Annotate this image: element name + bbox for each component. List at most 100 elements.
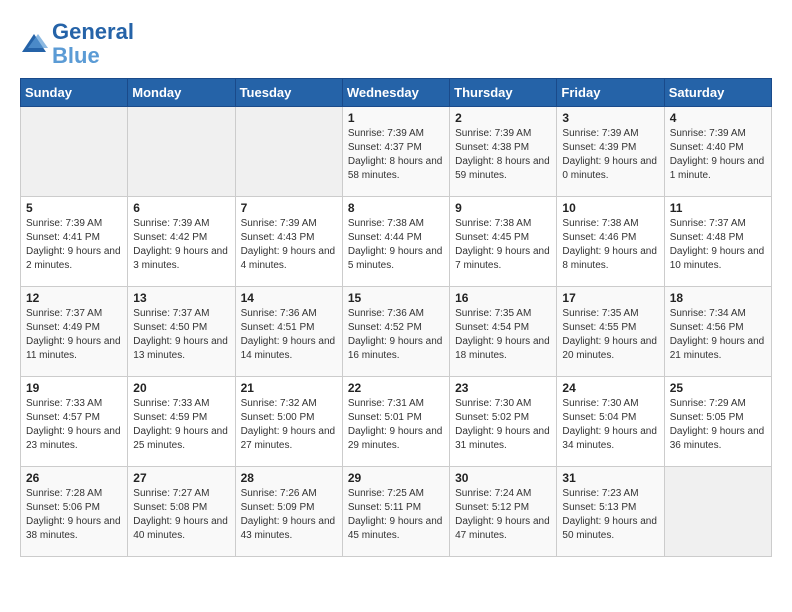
day-cell: 23 Sunrise: 7:30 AM Sunset: 5:02 PM Dayli… (450, 377, 557, 467)
day-number: 30 (455, 471, 551, 485)
header-cell-friday: Friday (557, 79, 664, 107)
day-number: 21 (241, 381, 337, 395)
day-info: Sunrise: 7:34 AM Sunset: 4:56 PM Dayligh… (670, 307, 766, 363)
day-info: Sunrise: 7:35 AM Sunset: 4:55 PM Dayligh… (562, 307, 658, 363)
day-number: 25 (670, 381, 766, 395)
day-cell: 19 Sunrise: 7:33 AM Sunset: 4:57 PM Dayli… (21, 377, 128, 467)
day-cell: 1 Sunrise: 7:39 AM Sunset: 4:37 PM Daylig… (342, 107, 449, 197)
header-cell-sunday: Sunday (21, 79, 128, 107)
day-cell: 28 Sunrise: 7:26 AM Sunset: 5:09 PM Dayli… (235, 467, 342, 557)
day-info: Sunrise: 7:39 AM Sunset: 4:39 PM Dayligh… (562, 127, 658, 183)
header-cell-monday: Monday (128, 79, 235, 107)
day-cell: 20 Sunrise: 7:33 AM Sunset: 4:59 PM Dayli… (128, 377, 235, 467)
day-number: 1 (348, 111, 444, 125)
day-cell: 3 Sunrise: 7:39 AM Sunset: 4:39 PM Daylig… (557, 107, 664, 197)
day-number: 26 (26, 471, 122, 485)
day-info: Sunrise: 7:38 AM Sunset: 4:45 PM Dayligh… (455, 217, 551, 273)
day-number: 20 (133, 381, 229, 395)
day-info: Sunrise: 7:39 AM Sunset: 4:41 PM Dayligh… (26, 217, 122, 273)
day-info: Sunrise: 7:23 AM Sunset: 5:13 PM Dayligh… (562, 487, 658, 543)
day-info: Sunrise: 7:28 AM Sunset: 5:06 PM Dayligh… (26, 487, 122, 543)
day-number: 15 (348, 291, 444, 305)
calendar-header: SundayMondayTuesdayWednesdayThursdayFrid… (21, 79, 772, 107)
day-number: 31 (562, 471, 658, 485)
header-cell-saturday: Saturday (664, 79, 771, 107)
day-cell: 21 Sunrise: 7:32 AM Sunset: 5:00 PM Dayli… (235, 377, 342, 467)
day-number: 6 (133, 201, 229, 215)
day-info: Sunrise: 7:26 AM Sunset: 5:09 PM Dayligh… (241, 487, 337, 543)
day-number: 24 (562, 381, 658, 395)
day-cell: 26 Sunrise: 7:28 AM Sunset: 5:06 PM Dayli… (21, 467, 128, 557)
day-number: 13 (133, 291, 229, 305)
day-cell: 15 Sunrise: 7:36 AM Sunset: 4:52 PM Dayli… (342, 287, 449, 377)
day-cell: 18Sunrise: 7:34 AM Sunset: 4:56 PM Dayli… (664, 287, 771, 377)
day-number: 3 (562, 111, 658, 125)
day-number: 14 (241, 291, 337, 305)
day-info: Sunrise: 7:36 AM Sunset: 4:52 PM Dayligh… (348, 307, 444, 363)
day-number: 19 (26, 381, 122, 395)
day-cell: 25 Sunrise: 7:29 AM Sunset: 5:05 PM Dayli… (664, 377, 771, 467)
week-row-4: 19 Sunrise: 7:33 AM Sunset: 4:57 PM Dayli… (21, 377, 772, 467)
logo-text: GeneralBlue (52, 20, 134, 68)
day-info: Sunrise: 7:30 AM Sunset: 5:02 PM Dayligh… (455, 397, 551, 453)
day-cell: 4 Sunrise: 7:39 AM Sunset: 4:40 PM Daylig… (664, 107, 771, 197)
day-cell: 9 Sunrise: 7:38 AM Sunset: 4:45 PM Daylig… (450, 197, 557, 287)
page-header: GeneralBlue (20, 20, 772, 68)
day-number: 8 (348, 201, 444, 215)
day-info: Sunrise: 7:37 AM Sunset: 4:48 PM Dayligh… (670, 217, 766, 273)
day-number: 27 (133, 471, 229, 485)
day-cell: 22 Sunrise: 7:31 AM Sunset: 5:01 PM Dayli… (342, 377, 449, 467)
day-cell: 17 Sunrise: 7:35 AM Sunset: 4:55 PM Dayli… (557, 287, 664, 377)
day-cell: 10Sunrise: 7:38 AM Sunset: 4:46 PM Dayli… (557, 197, 664, 287)
day-number: 4 (670, 111, 766, 125)
header-cell-thursday: Thursday (450, 79, 557, 107)
week-row-1: 1 Sunrise: 7:39 AM Sunset: 4:37 PM Daylig… (21, 107, 772, 197)
day-info: Sunrise: 7:36 AM Sunset: 4:51 PM Dayligh… (241, 307, 337, 363)
day-number: 22 (348, 381, 444, 395)
day-info: Sunrise: 7:27 AM Sunset: 5:08 PM Dayligh… (133, 487, 229, 543)
day-cell: 11 Sunrise: 7:37 AM Sunset: 4:48 PM Dayli… (664, 197, 771, 287)
day-number: 2 (455, 111, 551, 125)
day-number: 28 (241, 471, 337, 485)
day-cell: 8Sunrise: 7:38 AM Sunset: 4:44 PM Daylig… (342, 197, 449, 287)
day-number: 17 (562, 291, 658, 305)
calendar-table: SundayMondayTuesdayWednesdayThursdayFrid… (20, 78, 772, 557)
day-info: Sunrise: 7:33 AM Sunset: 4:59 PM Dayligh… (133, 397, 229, 453)
day-info: Sunrise: 7:29 AM Sunset: 5:05 PM Dayligh… (670, 397, 766, 453)
day-info: Sunrise: 7:39 AM Sunset: 4:42 PM Dayligh… (133, 217, 229, 273)
day-number: 5 (26, 201, 122, 215)
calendar-body: 1 Sunrise: 7:39 AM Sunset: 4:37 PM Daylig… (21, 107, 772, 557)
day-cell: 16Sunrise: 7:35 AM Sunset: 4:54 PM Dayli… (450, 287, 557, 377)
logo-icon (20, 30, 48, 58)
week-row-2: 5 Sunrise: 7:39 AM Sunset: 4:41 PM Daylig… (21, 197, 772, 287)
day-number: 29 (348, 471, 444, 485)
day-cell (128, 107, 235, 197)
day-cell (235, 107, 342, 197)
day-cell (21, 107, 128, 197)
day-cell: 14 Sunrise: 7:36 AM Sunset: 4:51 PM Dayli… (235, 287, 342, 377)
day-info: Sunrise: 7:39 AM Sunset: 4:38 PM Dayligh… (455, 127, 551, 183)
day-cell: 24 Sunrise: 7:30 AM Sunset: 5:04 PM Dayli… (557, 377, 664, 467)
day-number: 23 (455, 381, 551, 395)
day-number: 9 (455, 201, 551, 215)
day-info: Sunrise: 7:37 AM Sunset: 4:50 PM Dayligh… (133, 307, 229, 363)
day-info: Sunrise: 7:31 AM Sunset: 5:01 PM Dayligh… (348, 397, 444, 453)
header-cell-tuesday: Tuesday (235, 79, 342, 107)
day-cell: 31 Sunrise: 7:23 AM Sunset: 5:13 PM Dayli… (557, 467, 664, 557)
header-row: SundayMondayTuesdayWednesdayThursdayFrid… (21, 79, 772, 107)
header-cell-wednesday: Wednesday (342, 79, 449, 107)
day-info: Sunrise: 7:37 AM Sunset: 4:49 PM Dayligh… (26, 307, 122, 363)
logo: GeneralBlue (20, 20, 134, 68)
day-info: Sunrise: 7:25 AM Sunset: 5:11 PM Dayligh… (348, 487, 444, 543)
week-row-3: 12Sunrise: 7:37 AM Sunset: 4:49 PM Dayli… (21, 287, 772, 377)
day-info: Sunrise: 7:39 AM Sunset: 4:40 PM Dayligh… (670, 127, 766, 183)
day-info: Sunrise: 7:39 AM Sunset: 4:37 PM Dayligh… (348, 127, 444, 183)
day-info: Sunrise: 7:33 AM Sunset: 4:57 PM Dayligh… (26, 397, 122, 453)
day-cell (664, 467, 771, 557)
day-number: 10 (562, 201, 658, 215)
day-cell: 29 Sunrise: 7:25 AM Sunset: 5:11 PM Dayli… (342, 467, 449, 557)
day-info: Sunrise: 7:30 AM Sunset: 5:04 PM Dayligh… (562, 397, 658, 453)
day-info: Sunrise: 7:32 AM Sunset: 5:00 PM Dayligh… (241, 397, 337, 453)
day-number: 7 (241, 201, 337, 215)
day-number: 11 (670, 201, 766, 215)
